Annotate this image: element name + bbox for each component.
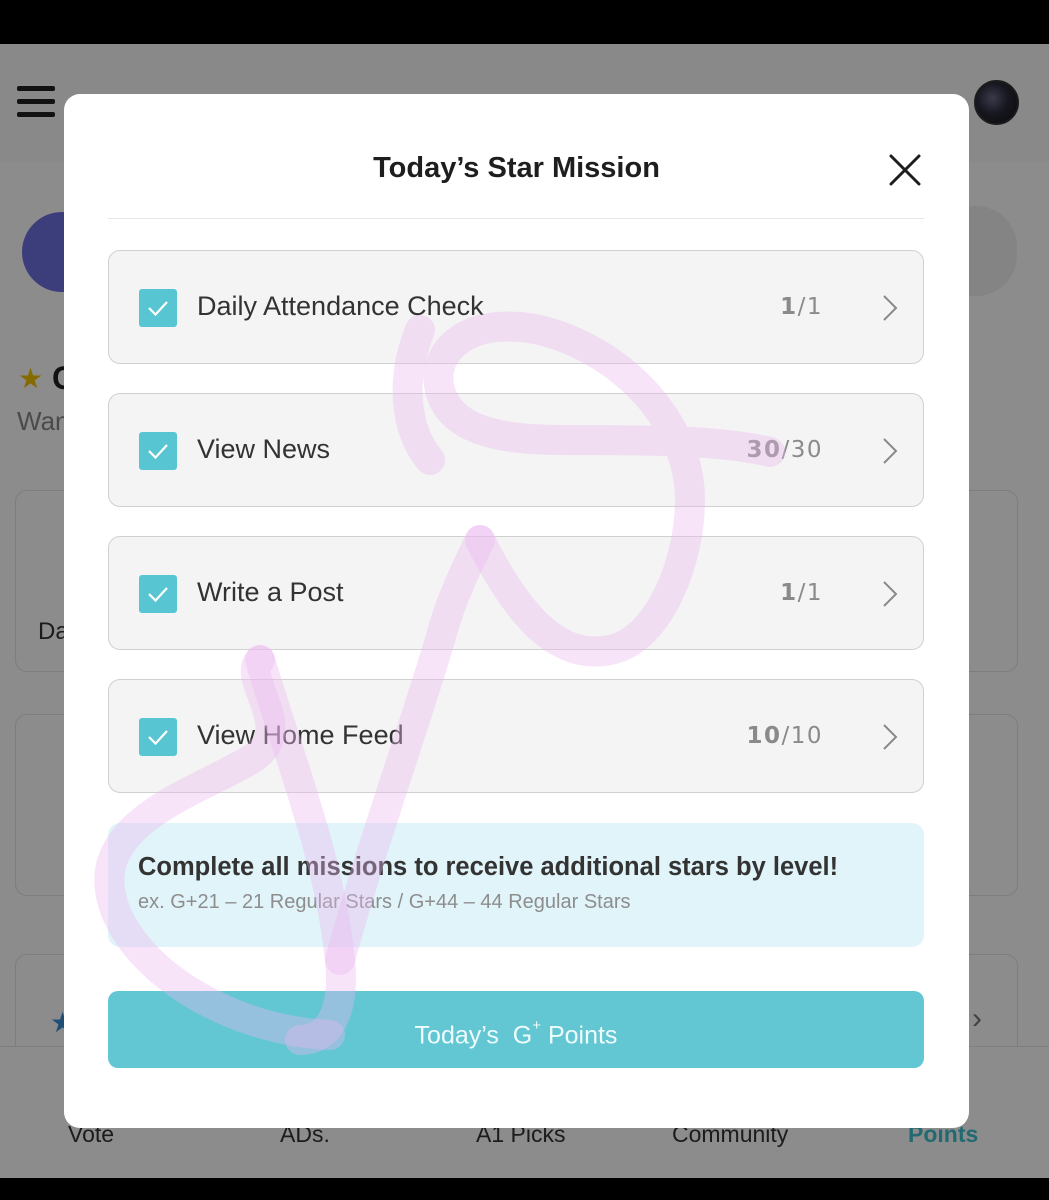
info-subtitle: ex. G+21 – 21 Regular Stars / G+44 – 44 … [138,891,631,913]
mission-label: Write a Post [197,577,344,607]
check-icon [148,444,168,460]
divider [108,218,924,219]
chevron-right-icon [883,581,898,607]
checkbox-checked[interactable] [139,289,177,327]
mission-progress: 1/1 [780,294,823,320]
mission-progress: 1/1 [780,580,823,606]
todays-points-button[interactable]: Today’s G+ Points [108,991,924,1068]
chevron-right-icon [883,724,898,750]
check-icon [148,301,168,317]
mission-info-box: Complete all missions to receive additio… [108,823,924,947]
mission-view-home-feed[interactable]: View Home Feed 10/10 [108,679,924,793]
mission-view-news[interactable]: View News 30/30 [108,393,924,507]
checkbox-checked[interactable] [139,432,177,470]
close-button[interactable] [885,150,925,190]
modal-title: Today’s Star Mission [373,152,660,184]
checkbox-checked[interactable] [139,718,177,756]
chevron-right-icon [883,438,898,464]
mission-progress: 10/10 [746,723,823,749]
mission-write-post[interactable]: Write a Post 1/1 [108,536,924,650]
mission-label: View News [197,434,331,464]
check-icon [148,730,168,746]
mission-label: View Home Feed [197,720,404,750]
info-title: Complete all missions to receive additio… [138,853,839,881]
mission-label: Daily Attendance Check [197,291,484,321]
mission-daily-attendance[interactable]: Daily Attendance Check 1/1 [108,250,924,364]
star-mission-modal: Today’s Star Mission Daily Attendance Ch… [64,94,969,1128]
close-icon [889,154,921,186]
check-icon [148,587,168,603]
mission-progress: 30/30 [746,437,823,463]
chevron-right-icon [883,295,898,321]
checkbox-checked[interactable] [139,575,177,613]
